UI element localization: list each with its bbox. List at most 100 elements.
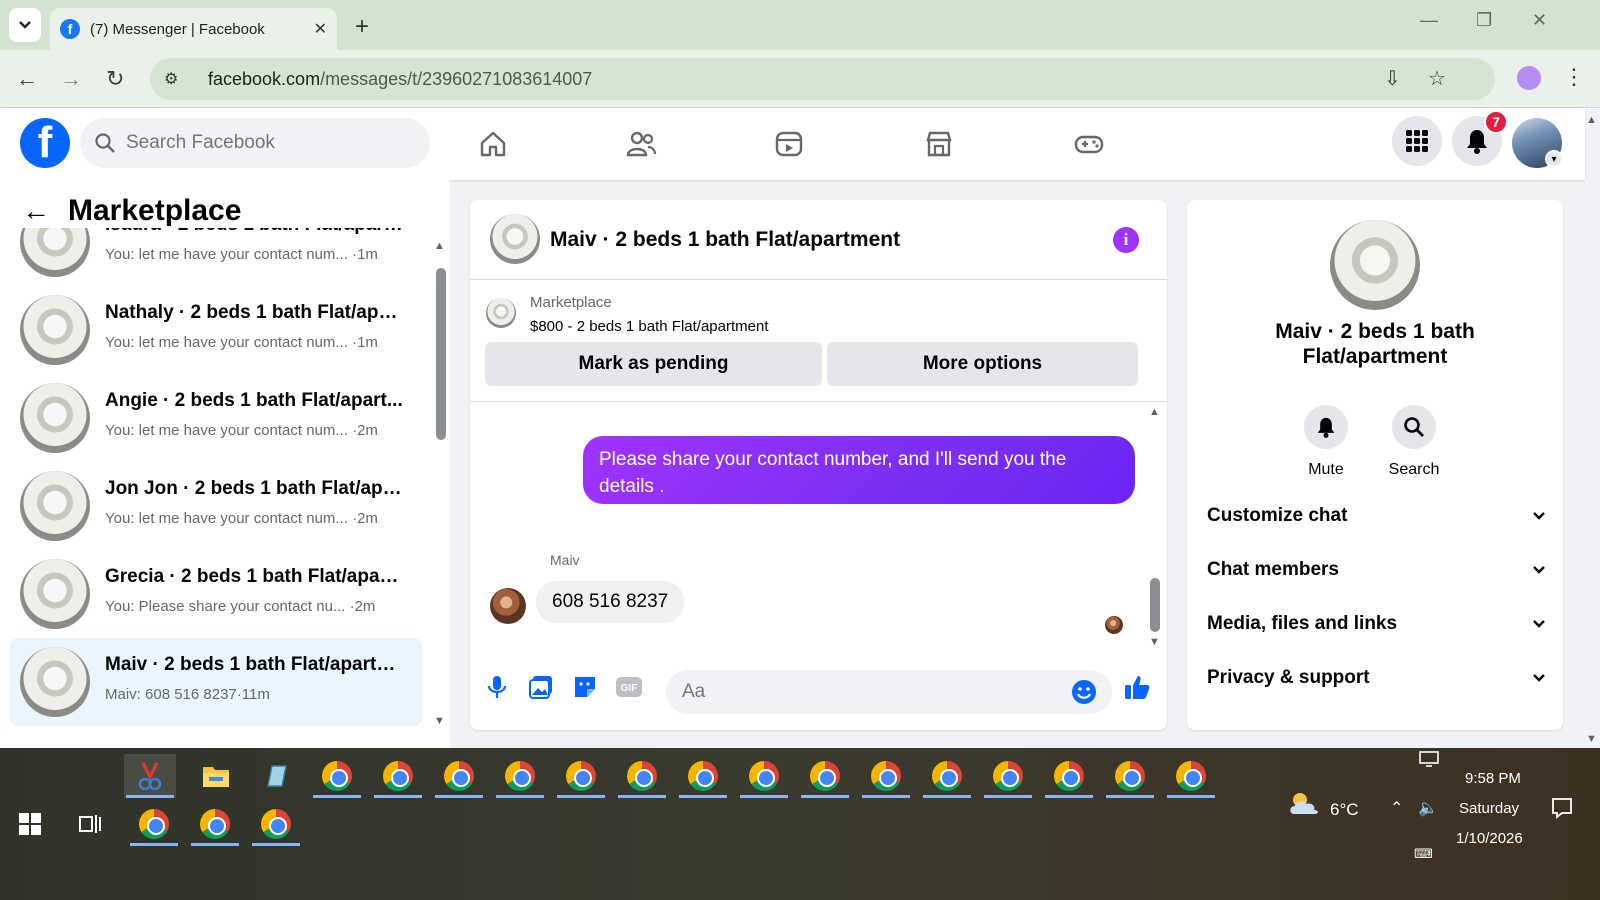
mute-bell-icon[interactable] [1304, 405, 1348, 449]
media-files-links-section[interactable]: Media, files and links [1207, 604, 1547, 644]
search-action[interactable]: Search [1384, 405, 1444, 479]
marketplace-nav-icon[interactable] [916, 122, 962, 166]
chat-scroll-up-icon[interactable]: ▲ [1149, 406, 1160, 418]
running-indicator [984, 795, 1032, 798]
reload-icon[interactable]: ↻ [106, 66, 124, 92]
taskbar-chrome-icon[interactable] [1043, 754, 1095, 798]
thumbs-up-icon[interactable] [1122, 672, 1152, 702]
taskbar-chrome-icon[interactable] [860, 754, 912, 798]
chat-scrollbar[interactable] [1150, 578, 1160, 632]
taskbar-chrome-icon[interactable] [921, 754, 973, 798]
scroll-up-icon[interactable]: ▲ [434, 240, 445, 252]
conversation-item[interactable]: Jon Jon · 2 beds 1 bath Flat/apar... You… [10, 462, 422, 550]
taskbar-chrome-icon[interactable] [982, 754, 1034, 798]
marketplace-listing-card: Marketplace $800 - 2 beds 1 bath Flat/ap… [470, 280, 1167, 402]
info-icon[interactable]: i [1113, 227, 1139, 253]
restore-icon[interactable]: ❐ [1476, 10, 1492, 31]
clock-day[interactable]: Saturday [1459, 800, 1519, 817]
chat-scroll-down-icon[interactable]: ▼ [1149, 636, 1160, 648]
conversation-item[interactable]: Grecia · 2 beds 1 bath Flat/apart... You… [10, 550, 422, 638]
facebook-logo-icon[interactable]: f [20, 118, 70, 168]
search-in-chat-icon[interactable] [1392, 405, 1436, 449]
facebook-search-input[interactable] [126, 132, 406, 154]
chat-members-section[interactable]: Chat members [1207, 550, 1547, 590]
network-icon[interactable] [1418, 750, 1440, 768]
taskbar-chrome-icon[interactable] [616, 754, 668, 798]
message-input-box[interactable] [666, 670, 1112, 714]
mark-as-pending-button[interactable]: Mark as pending [485, 342, 822, 386]
task-view-icon[interactable] [64, 802, 116, 846]
page-scroll-down-icon[interactable]: ▼ [1586, 733, 1597, 745]
scroll-down-icon[interactable]: ▼ [434, 715, 445, 727]
taskbar-chrome-icon[interactable] [250, 802, 302, 846]
menu-grid-icon[interactable] [1392, 116, 1442, 166]
facebook-search[interactable] [80, 118, 430, 168]
back-arrow-icon[interactable]: ← [22, 195, 50, 227]
mute-action[interactable]: Mute [1296, 405, 1356, 479]
extension-icon[interactable] [1517, 66, 1541, 90]
contact-avatar[interactable] [1330, 220, 1420, 310]
taskbar-notepad-icon[interactable] [250, 754, 302, 798]
photo-icon[interactable] [526, 672, 556, 702]
conversation-item-active[interactable]: Maiv · 2 beds 1 bath Flat/apartm... Maiv… [10, 638, 422, 726]
taskbar-chrome-icon[interactable] [1104, 754, 1156, 798]
home-nav-icon[interactable] [470, 122, 516, 166]
show-hidden-icons-icon[interactable]: ⌃ [1390, 798, 1403, 818]
customize-chat-section[interactable]: Customize chat [1207, 496, 1547, 536]
taskbar-chrome-icon[interactable] [738, 754, 790, 798]
address-bar[interactable]: ⚙ facebook.com/messages/t/23960271083614… [150, 58, 1495, 100]
language-indicator-icon[interactable]: ⌨ [1414, 846, 1433, 862]
more-options-button[interactable]: More options [827, 342, 1138, 386]
minimize-icon[interactable]: — [1420, 10, 1438, 31]
page-scroll-up-icon[interactable]: ▲ [1586, 114, 1597, 126]
window-close-icon[interactable]: ✕ [1532, 10, 1547, 31]
site-settings-icon[interactable]: ⚙ [164, 69, 188, 89]
bookmark-star-icon[interactable]: ☆ [1428, 66, 1446, 91]
conversation-item[interactable]: Nathaly · 2 beds 1 bath Flat/apar... You… [10, 286, 422, 374]
taskbar-chrome-icon[interactable] [555, 754, 607, 798]
friends-nav-icon[interactable] [618, 122, 664, 166]
conversation-scrollbar[interactable] [436, 268, 446, 440]
emoji-icon[interactable] [1071, 679, 1097, 705]
taskbar-chrome-icon[interactable] [311, 754, 363, 798]
action-center-icon[interactable] [1550, 796, 1574, 820]
taskbar-file-explorer-icon[interactable] [190, 754, 242, 798]
gaming-nav-icon[interactable] [1066, 122, 1112, 166]
browser-tab[interactable]: f (7) Messenger | Facebook ✕ [50, 8, 337, 50]
clock-time[interactable]: 9:58 PM [1465, 770, 1521, 787]
privacy-support-section[interactable]: Privacy & support [1207, 658, 1547, 698]
clock-date[interactable]: 1/10/2026 [1456, 830, 1523, 847]
conversation-item[interactable]: Angie · 2 beds 1 bath Flat/apart... You:… [10, 374, 422, 462]
browser-menu-icon[interactable]: ⋮ [1563, 64, 1585, 90]
listing-title[interactable]: $800 - 2 beds 1 bath Flat/apartment [530, 318, 768, 335]
video-nav-icon[interactable] [766, 122, 812, 166]
close-tab-icon[interactable]: ✕ [314, 19, 327, 39]
chat-avatar[interactable] [490, 214, 540, 264]
start-windows-icon[interactable] [4, 802, 56, 846]
message-input[interactable] [682, 681, 1062, 703]
sender-avatar[interactable] [490, 588, 526, 624]
chat-title[interactable]: Maiv · 2 beds 1 bath Flat/apartment [550, 228, 900, 252]
taskbar-chrome-icon[interactable] [799, 754, 851, 798]
account-chevron-icon[interactable]: ▾ [1545, 150, 1563, 168]
conversation-avatar [20, 383, 90, 453]
install-app-icon[interactable]: ⇩ [1384, 66, 1401, 91]
speaker-icon[interactable]: 🔈 [1418, 798, 1438, 818]
weather-temperature[interactable]: 6°C [1330, 800, 1359, 820]
gif-icon[interactable]: GIF [614, 672, 644, 702]
back-icon[interactable]: ← [16, 66, 38, 92]
taskbar-chrome-icon[interactable] [494, 754, 546, 798]
new-tab-icon[interactable]: + [355, 13, 369, 41]
forward-icon[interactable]: → [60, 66, 82, 92]
taskbar-chrome-icon[interactable] [677, 754, 729, 798]
tab-search-dropdown[interactable] [9, 8, 41, 42]
taskbar-chrome-icon[interactable] [128, 802, 180, 846]
taskbar-chrome-icon[interactable] [1165, 754, 1217, 798]
taskbar-chrome-icon[interactable] [189, 802, 241, 846]
taskbar-chrome-icon[interactable] [372, 754, 424, 798]
taskbar-app-snip[interactable] [124, 754, 176, 798]
conversation-item[interactable]: Isaura · 2 beds 1 bath Flat/apartment Yo… [10, 228, 422, 286]
taskbar-chrome-icon[interactable] [433, 754, 485, 798]
microphone-icon[interactable] [482, 672, 512, 702]
sticker-icon[interactable] [570, 672, 600, 702]
